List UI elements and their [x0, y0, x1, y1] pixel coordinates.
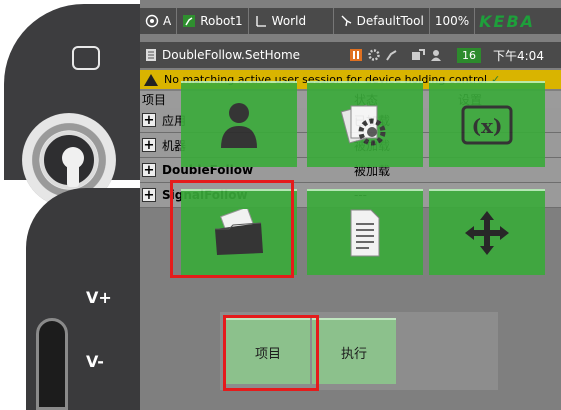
mode-label: A: [163, 14, 172, 28]
robot-icon: [183, 15, 196, 27]
variables-label: (x): [472, 114, 503, 138]
program-file-icon: [146, 49, 156, 61]
user-tile[interactable]: [181, 81, 297, 167]
program-bar: DoubleFollow.SetHome 16 下午4:04: [140, 42, 561, 68]
velocity-plus-label: V+: [86, 288, 112, 307]
brand-logo: KEBA: [479, 11, 536, 31]
coordinate-frame-icon: [256, 16, 266, 27]
expand-icon[interactable]: +: [142, 188, 156, 202]
frame-selector[interactable]: World: [249, 8, 334, 34]
gear-status-icon[interactable]: [367, 48, 381, 62]
expand-icon[interactable]: +: [142, 138, 156, 152]
clock: 下午4:04: [493, 48, 544, 63]
user-icon: [221, 103, 257, 148]
tool-selector[interactable]: DefaultTool: [334, 8, 430, 34]
move-tile[interactable]: [429, 189, 545, 275]
run-button-label: 执行: [340, 346, 367, 362]
velocity-minus-label: V-: [86, 352, 104, 371]
velocity-rocker-key[interactable]: [36, 318, 68, 410]
mode-indicator[interactable]: A: [140, 8, 178, 34]
pendant-screen: A Robot1 World DefaultTool 100% KEBA Dou…: [140, 0, 561, 410]
tile-highlight-frame: [170, 180, 294, 278]
override-value[interactable]: 100%: [430, 8, 476, 34]
robot-selector[interactable]: Robot1: [177, 8, 249, 34]
document-icon: [350, 209, 380, 257]
tool-label: DefaultTool: [356, 14, 424, 28]
pendant-frame: V+ V-: [0, 0, 154, 410]
tool-icon: [341, 15, 351, 27]
expand-icon[interactable]: +: [142, 163, 156, 177]
home-key[interactable]: [72, 46, 100, 70]
settings-gear-icon: [340, 104, 386, 146]
frame-label: World: [271, 14, 307, 28]
dock-highlight-frame: [223, 315, 319, 391]
variables-tile[interactable]: (x): [429, 81, 545, 167]
program-selector[interactable]: DoubleFollow.SetHome: [140, 48, 349, 62]
document-tile[interactable]: [307, 189, 423, 275]
robot-arm-icon[interactable]: [385, 48, 399, 62]
user-status-icon[interactable]: [429, 48, 443, 62]
message-count-badge[interactable]: 16: [457, 47, 481, 63]
warning-icon: [144, 73, 158, 86]
jog-mode-icon[interactable]: [411, 48, 425, 62]
move-arrows-icon: [465, 211, 509, 255]
robot-label: Robot1: [200, 14, 243, 28]
run-button[interactable]: 执行: [312, 318, 396, 384]
settings-tile[interactable]: [307, 81, 423, 167]
stop-icon[interactable]: [349, 48, 363, 62]
expand-icon[interactable]: +: [142, 113, 156, 127]
variables-icon: (x): [461, 105, 513, 145]
status-bar: A Robot1 World DefaultTool 100% KEBA: [140, 8, 561, 34]
header-project: 项目: [142, 93, 167, 107]
operation-mode-icon: [145, 14, 159, 28]
program-title: DoubleFollow.SetHome: [162, 48, 301, 62]
